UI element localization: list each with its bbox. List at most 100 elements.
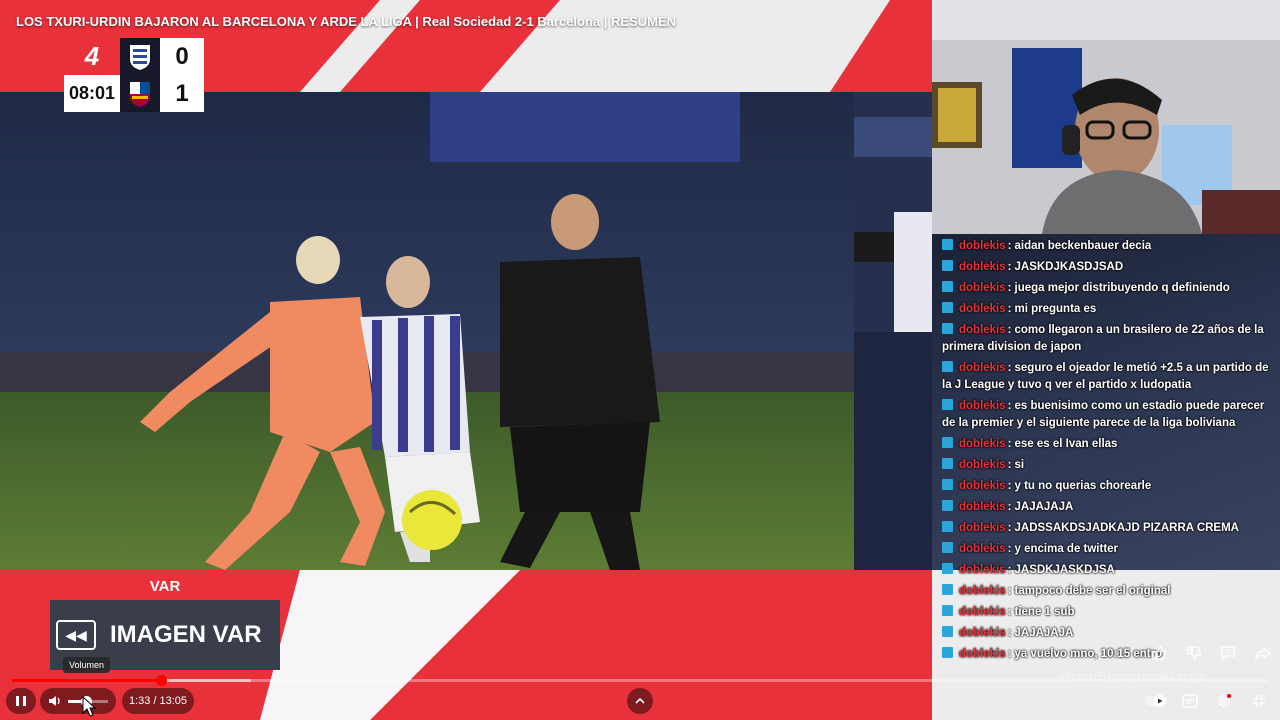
chat-badge-icon: [942, 323, 953, 334]
seek-bar-played: [12, 679, 161, 682]
chat-message: doblekis: como llegaron a un brasilero de…: [942, 322, 1272, 356]
chat-message-text: y tu no querias chorearle: [1014, 480, 1152, 492]
chat-username: doblekis: [959, 282, 1006, 294]
match-footage: [0, 92, 854, 570]
chat-message: doblekis: mi pregunta es: [942, 301, 1272, 318]
chat-username: doblekis: [959, 543, 1006, 555]
chat-badge-icon: [942, 281, 953, 292]
chat-badge-icon: [942, 542, 953, 553]
chat-separator: :: [1007, 240, 1012, 252]
chat-separator: :: [1007, 480, 1012, 492]
match-clock: 08:01: [64, 75, 120, 112]
chat-message-text: ya vuelvo mno, 10:15 entro: [1014, 648, 1163, 660]
laliga-logo: 4: [64, 38, 120, 75]
chat-separator: :: [1007, 438, 1012, 450]
chat-separator: :: [1007, 606, 1012, 618]
chat-username: doblekis: [959, 606, 1006, 618]
chat-message: doblekis: ese es el Ivan ellas: [942, 436, 1272, 453]
chat-message-text: JASDKJASKDJSA: [1014, 564, 1115, 576]
chat-username: doblekis: [959, 261, 1006, 273]
chat-username: doblekis: [959, 480, 1006, 492]
player-settings-controls: [1140, 688, 1274, 714]
seek-bar-handle[interactable]: [155, 675, 167, 686]
chat-username: doblekis: [959, 564, 1006, 576]
chat-username: doblekis: [959, 648, 1006, 660]
chat-message: doblekis: y encima de twitter: [942, 541, 1272, 558]
chat-badge-icon: [942, 458, 953, 469]
chat-separator: :: [1007, 459, 1012, 471]
chat-message: doblekis: juega mejor distribuyendo q def…: [942, 280, 1272, 297]
chat-separator: :: [1007, 543, 1012, 555]
chat-message-text: JAJAJAJA: [1014, 627, 1074, 639]
chevron-up-button[interactable]: [627, 688, 653, 714]
chat-message-text: ese es el Ivan ellas: [1014, 438, 1118, 450]
hashtag-watermark: #RealSociedadBarça: [1057, 668, 1206, 685]
chat-badge-icon: [942, 239, 953, 250]
chat-message-text: y encima de twitter: [1014, 543, 1119, 555]
home-score: 0: [160, 38, 204, 75]
chat-overlay: doblekis: aidan beckenbauer decia doblekis…: [932, 234, 1280, 696]
chat-separator: :: [1007, 282, 1012, 294]
chat-message: doblekis: JASKDJKASDJSAD: [942, 259, 1272, 276]
chat-separator: :: [1007, 501, 1012, 513]
chat-username: doblekis: [959, 459, 1006, 471]
chevron-up-icon: [635, 697, 645, 704]
chat-badge-icon: [942, 605, 953, 616]
chat-badge-icon: [942, 563, 953, 574]
chat-message-text: mi pregunta es: [1014, 303, 1097, 315]
chat-badge-icon: [942, 647, 953, 658]
streamer-webcam: [932, 0, 1280, 234]
like-icon[interactable]: [1146, 640, 1172, 666]
mouse-cursor-icon: [82, 696, 96, 717]
chat-badge-icon: [942, 437, 953, 448]
chat-username: doblekis: [959, 522, 1006, 534]
chat-message: doblekis: y tu no querias chorearle: [942, 478, 1272, 495]
time-display: 1:33 / 13:05: [122, 688, 194, 714]
rewind-icon: ◀◀: [56, 620, 96, 650]
chat-username: doblekis: [959, 585, 1006, 597]
chat-separator: :: [1007, 564, 1012, 576]
chat-username: doblekis: [959, 400, 1006, 412]
pause-button[interactable]: [6, 688, 36, 714]
chat-badge-icon: [942, 302, 953, 313]
chat-separator: :: [1007, 324, 1012, 336]
chat-separator: :: [1007, 362, 1012, 374]
autoplay-toggle[interactable]: [1140, 688, 1170, 714]
chat-message-text: si: [1014, 459, 1025, 471]
real-sociedad-crest-icon: [120, 38, 160, 75]
scoreboard: 4 08:01 0 1: [64, 38, 204, 112]
chat-username: doblekis: [959, 303, 1006, 315]
chat-message: doblekis: tampoco debe ser el original: [942, 583, 1272, 600]
chat-username: doblekis: [959, 501, 1006, 513]
chat-message: doblekis: seguro el ojeador le metió +2.5…: [942, 360, 1272, 394]
chat-separator: :: [1007, 303, 1012, 315]
var-main-label: IMAGEN VAR: [110, 621, 262, 648]
share-icon[interactable]: [1250, 640, 1276, 666]
chat-message-list: doblekis: aidan beckenbauer decia doblekis…: [942, 238, 1272, 667]
chat-message: doblekis: tiene 1 sub: [942, 604, 1272, 621]
volume-icon[interactable]: [48, 694, 62, 713]
chat-message: doblekis: JADSSAKDSJADKAJD PIZARRA CREMA: [942, 520, 1272, 537]
exit-fullscreen-icon[interactable]: [1244, 688, 1274, 714]
chat-username: doblekis: [959, 362, 1006, 374]
dislike-icon[interactable]: [1181, 640, 1207, 666]
volume-control[interactable]: [40, 688, 116, 714]
chat-message-text: tampoco debe ser el original: [1014, 585, 1171, 597]
chat-message: doblekis: aidan beckenbauer decia: [942, 238, 1272, 255]
seek-bar[interactable]: [12, 675, 1268, 686]
settings-gear-icon[interactable]: [1209, 688, 1239, 714]
chat-message-text: JAJAJAJA: [1014, 501, 1074, 513]
chat-username: doblekis: [959, 627, 1006, 639]
footage-image: [0, 92, 854, 570]
chat-message: doblekis: JAJAJAJA: [942, 499, 1272, 516]
chat-badge-icon: [942, 399, 953, 410]
chat-message: doblekis: es buenisimo como un estadio pu…: [942, 398, 1272, 432]
subtitles-icon[interactable]: [1175, 688, 1205, 714]
video-player[interactable]: LOS TXURI-URDIN BAJARON AL BARCELONA Y A…: [0, 0, 1280, 720]
comment-icon[interactable]: [1215, 640, 1241, 666]
chat-separator: :: [1007, 585, 1012, 597]
chat-message: doblekis: JASDKJASKDJSA: [942, 562, 1272, 579]
chat-badge-icon: [942, 260, 953, 271]
chat-message-text: juega mejor distribuyendo q definiendo: [1014, 282, 1230, 294]
chat-separator: :: [1007, 400, 1012, 412]
